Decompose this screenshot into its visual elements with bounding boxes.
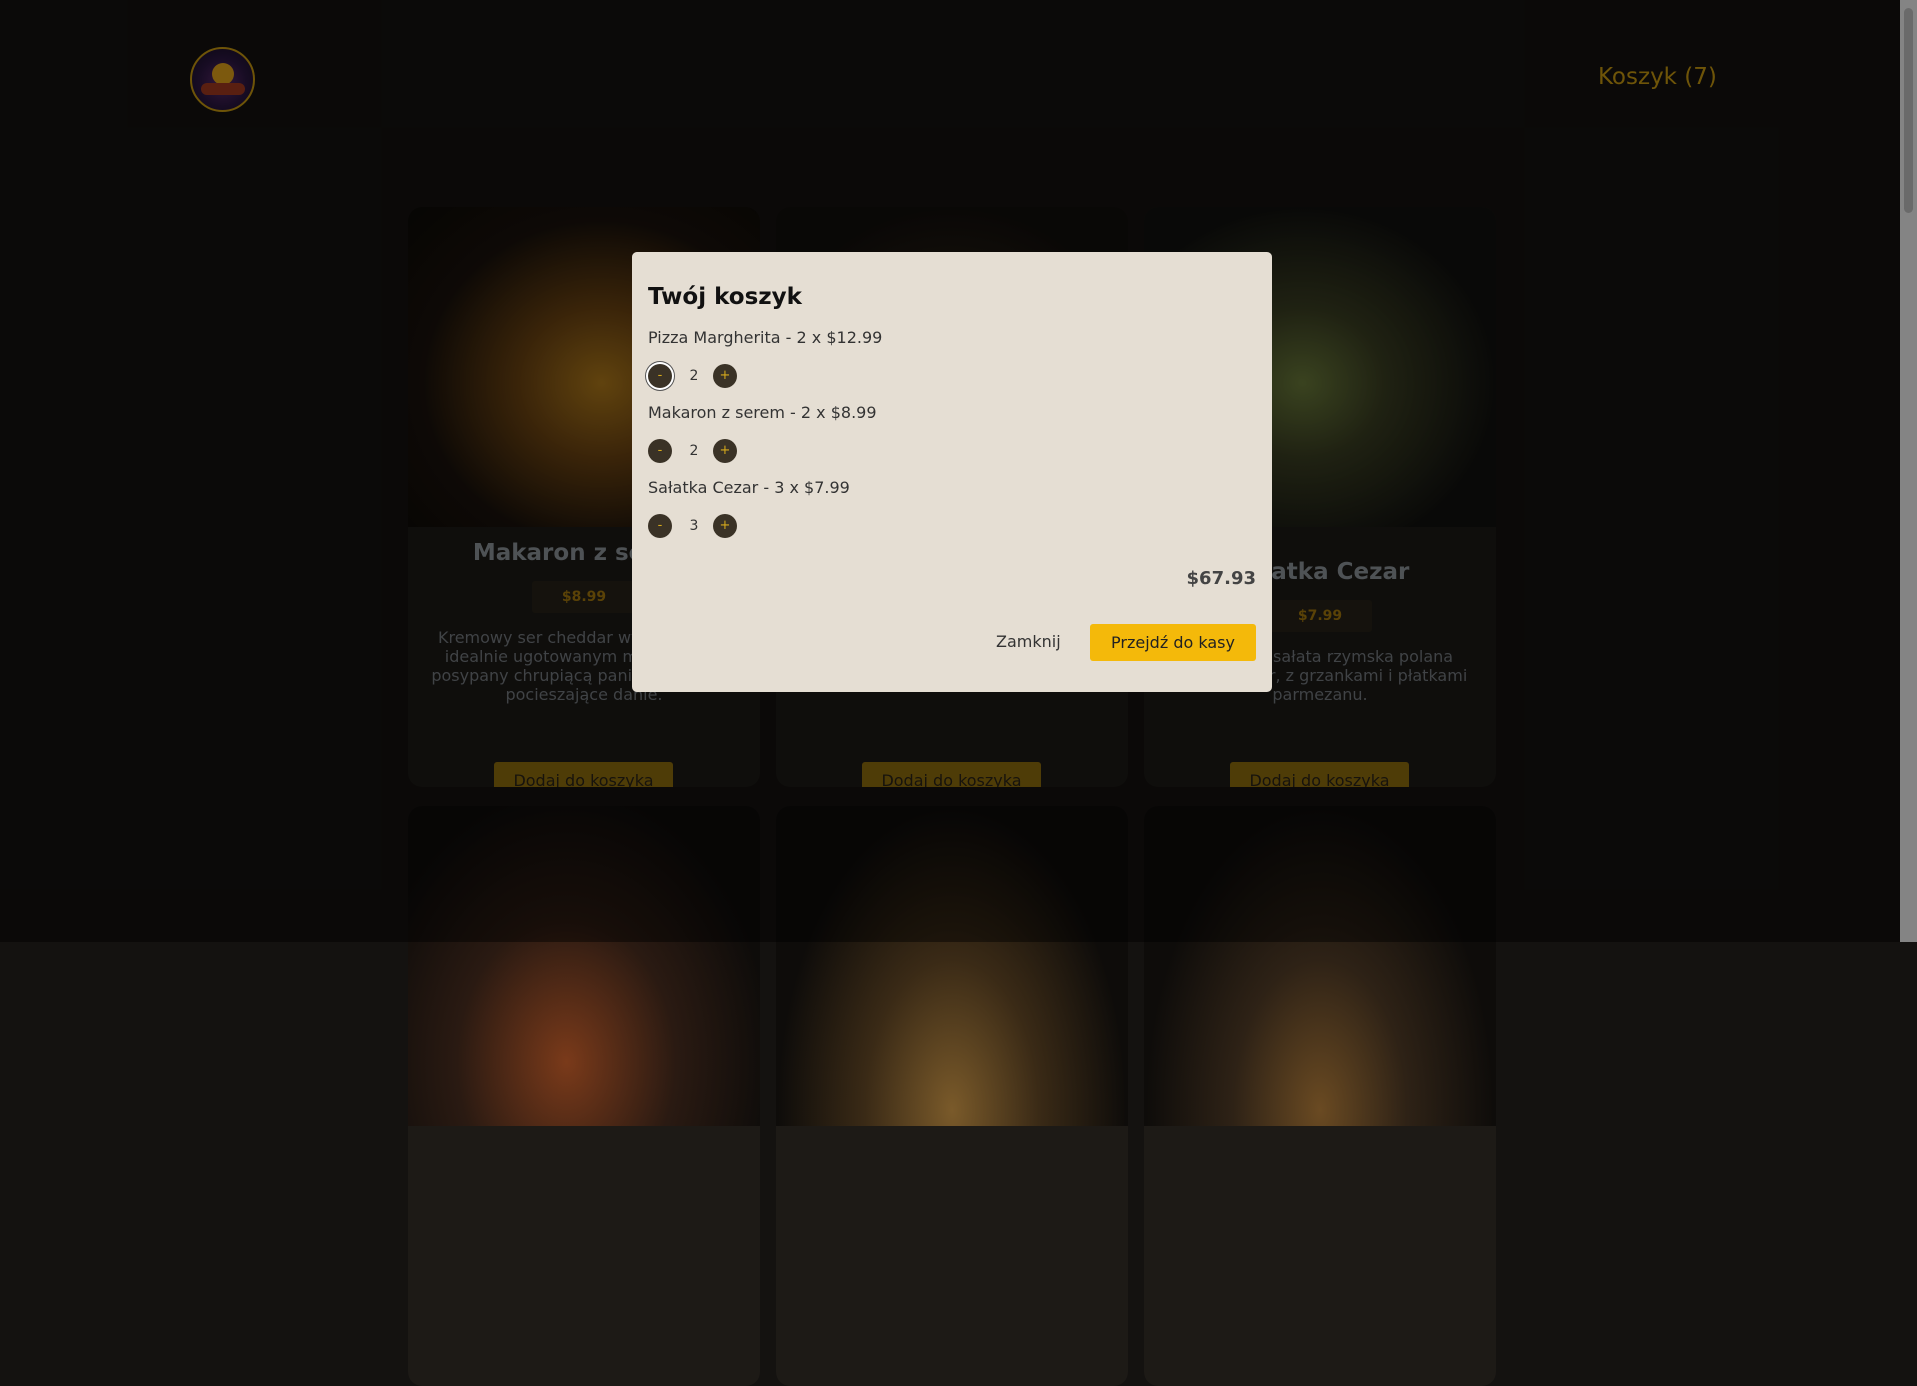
- increase-quantity-button[interactable]: +: [713, 514, 737, 538]
- quantity-value: 2: [689, 443, 699, 459]
- increase-quantity-button[interactable]: +: [713, 364, 737, 388]
- cart-item-label: Sałatka Cezar - 3 x $7.99: [648, 478, 850, 497]
- close-button[interactable]: Zamknij: [996, 632, 1061, 651]
- checkout-button[interactable]: Przejdź do kasy: [1090, 624, 1256, 661]
- decrease-quantity-button[interactable]: -: [648, 514, 672, 538]
- quantity-value: 3: [689, 518, 699, 534]
- cart-modal: Twój koszyk Pizza Margherita - 2 x $12.9…: [632, 252, 1272, 692]
- cart-item-label: Makaron z serem - 2 x $8.99: [648, 403, 877, 422]
- quantity-value: 2: [689, 368, 699, 384]
- decrease-quantity-button[interactable]: -: [648, 364, 672, 388]
- cart-item-label: Pizza Margherita - 2 x $12.99: [648, 328, 883, 347]
- increase-quantity-button[interactable]: +: [713, 439, 737, 463]
- decrease-quantity-button[interactable]: -: [648, 439, 672, 463]
- modal-title: Twój koszyk: [648, 284, 802, 310]
- cart-total: $67.93: [1186, 568, 1256, 589]
